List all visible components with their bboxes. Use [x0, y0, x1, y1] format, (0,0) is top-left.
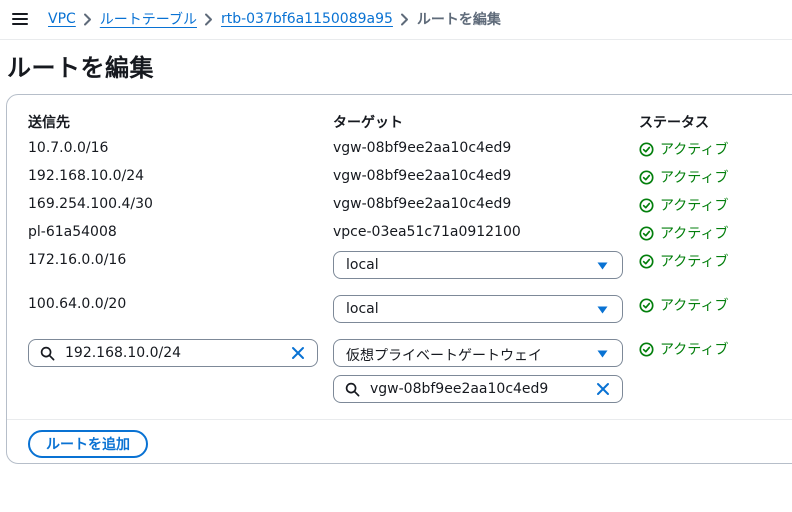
- route-status: アクティブ: [639, 339, 728, 359]
- header-target: ターゲット: [333, 115, 403, 131]
- search-icon: [345, 382, 360, 397]
- panel-divider: [7, 419, 792, 420]
- check-circle-icon: [639, 341, 654, 357]
- destination-search-input[interactable]: 192.168.10.0/24: [28, 339, 318, 367]
- target-select-value: local: [346, 301, 379, 317]
- caret-down-icon: [597, 262, 608, 270]
- target-select[interactable]: local: [333, 295, 623, 323]
- status-label: アクティブ: [660, 170, 729, 186]
- target-select-value: local: [346, 257, 379, 273]
- route-status: アクティブ: [639, 295, 728, 315]
- route-destination: 172.16.0.0/16: [28, 252, 127, 268]
- check-circle-icon: [639, 225, 654, 241]
- route-status: アクティブ: [639, 195, 728, 215]
- status-label: アクティブ: [660, 226, 729, 242]
- chevron-right-icon: [197, 12, 221, 26]
- caret-down-icon: [597, 350, 608, 358]
- status-label: アクティブ: [660, 254, 729, 270]
- top-bar: VPC ルートテーブル rtb-037bf6a1150089a95 ルートを編集: [0, 0, 792, 40]
- caret-down-icon: [597, 306, 608, 314]
- status-label: アクティブ: [660, 298, 729, 314]
- route-status: アクティブ: [639, 251, 728, 271]
- header-destination: 送信先: [28, 115, 70, 131]
- check-circle-icon: [639, 141, 654, 157]
- target-type-select[interactable]: 仮想プライベートゲートウェイ: [333, 339, 623, 367]
- route-target: vgw-08bf9ee2aa10c4ed9: [333, 140, 512, 156]
- target-type-value: 仮想プライベートゲートウェイ: [346, 348, 542, 364]
- routes-panel: 送信先 ターゲット ステータス 10.7.0.0/16 vgw-08bf9ee2…: [6, 94, 792, 464]
- route-target: vgw-08bf9ee2aa10c4ed9: [333, 196, 512, 212]
- breadcrumb-route-tables[interactable]: ルートテーブル: [100, 9, 197, 29]
- check-circle-icon: [639, 197, 654, 213]
- chevron-right-icon: [393, 12, 417, 26]
- route-target: vpce-03ea51c71a0912100: [333, 224, 521, 240]
- route-destination: 192.168.10.0/24: [28, 168, 145, 184]
- close-icon[interactable]: [291, 346, 305, 360]
- route-status: アクティブ: [639, 223, 728, 243]
- close-icon[interactable]: [596, 382, 610, 396]
- target-select[interactable]: local: [333, 251, 623, 279]
- check-circle-icon: [639, 169, 654, 185]
- breadcrumb-route-table-id[interactable]: rtb-037bf6a1150089a95: [221, 11, 393, 27]
- route-status: アクティブ: [639, 167, 728, 187]
- search-icon: [40, 346, 55, 361]
- target-search-input[interactable]: vgw-08bf9ee2aa10c4ed9: [333, 375, 623, 403]
- status-label: アクティブ: [660, 198, 729, 214]
- route-destination: 100.64.0.0/20: [28, 296, 127, 312]
- route-destination: 169.254.100.4/30: [28, 196, 153, 212]
- chevron-right-icon: [76, 12, 100, 26]
- target-search-value: vgw-08bf9ee2aa10c4ed9: [370, 381, 549, 397]
- status-label: アクティブ: [660, 142, 729, 158]
- check-circle-icon: [639, 297, 654, 313]
- destination-search-value: 192.168.10.0/24: [65, 345, 182, 361]
- hamburger-icon[interactable]: [12, 12, 28, 26]
- check-circle-icon: [639, 253, 654, 269]
- status-label: アクティブ: [660, 342, 729, 358]
- route-target: vgw-08bf9ee2aa10c4ed9: [333, 168, 512, 184]
- breadcrumb-vpc[interactable]: VPC: [48, 11, 76, 27]
- header-status: ステータス: [639, 115, 709, 131]
- route-status: アクティブ: [639, 139, 728, 159]
- breadcrumb: VPC ルートテーブル rtb-037bf6a1150089a95 ルートを編集: [48, 9, 501, 29]
- route-destination: 10.7.0.0/16: [28, 140, 109, 156]
- page-title: ルートを編集: [7, 54, 154, 82]
- add-route-button[interactable]: ルートを追加: [28, 430, 148, 458]
- route-destination: pl-61a54008: [28, 224, 117, 240]
- breadcrumb-current: ルートを編集: [416, 12, 501, 28]
